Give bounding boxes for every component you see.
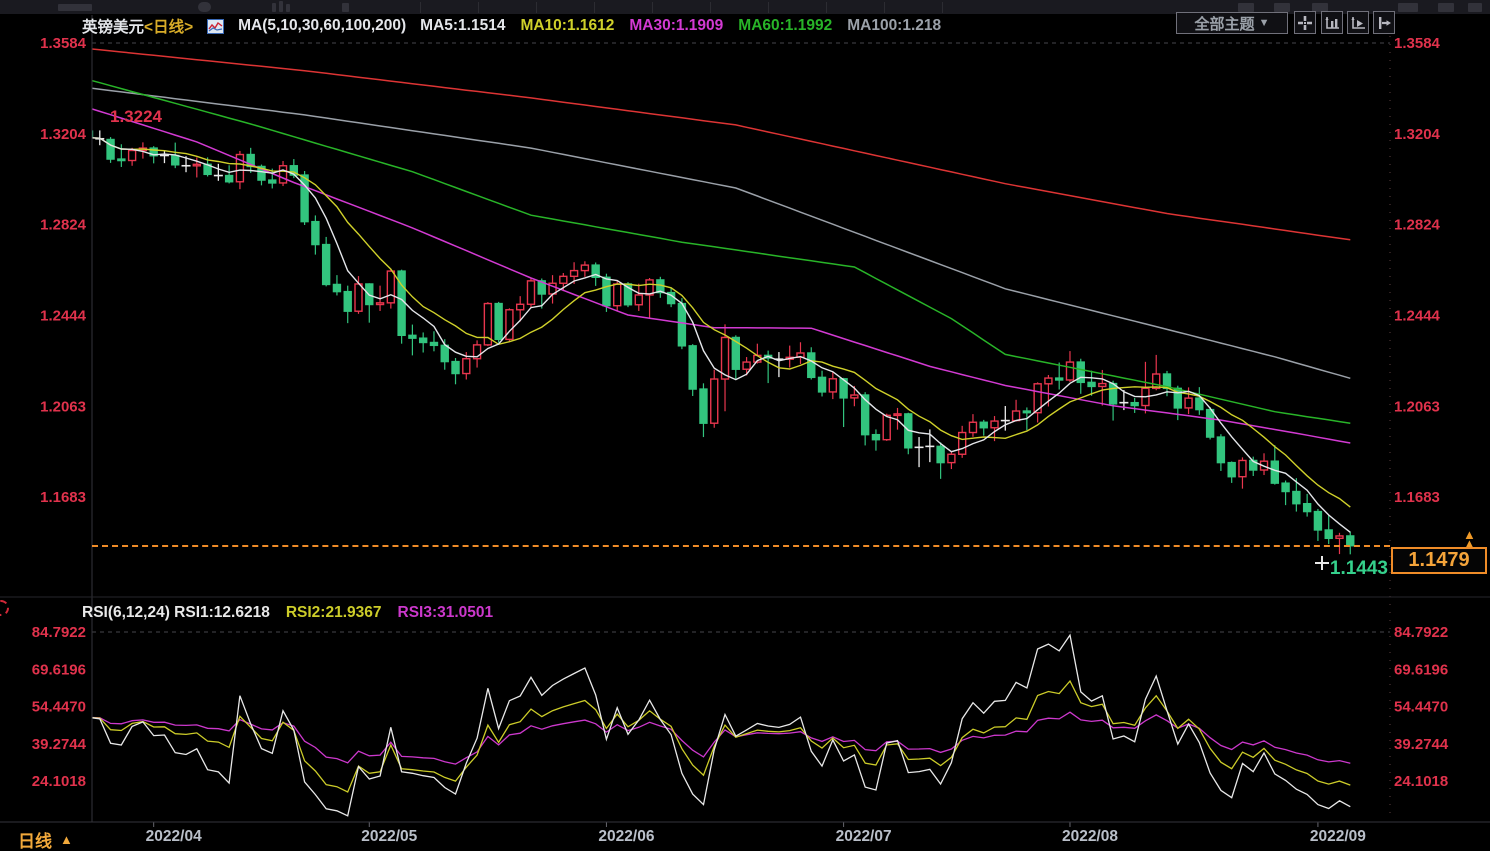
- axis-labels-layer: 1.3584 1.3584 1.3204 1.3204 1.2824 1.2824 1.24…: [32, 35, 1449, 845]
- svg-text:39.2744: 39.2744: [1394, 736, 1449, 753]
- svg-text:2022/04: 2022/04: [146, 828, 202, 845]
- rsi-lines-layer: [89, 635, 1350, 816]
- ma-lines-layer: [89, 49, 1350, 533]
- rsi-legend: RSI(6,12,24) RSI1:12.6218 RSI2:21.9367 R…: [82, 603, 493, 623]
- ma-legend-item: MA30:1.1909: [629, 17, 723, 35]
- auto-scale-button[interactable]: [1347, 11, 1369, 34]
- svg-text:2022/08: 2022/08: [1062, 828, 1118, 845]
- crosshair-icon: [1297, 15, 1313, 31]
- svg-text:1.2444: 1.2444: [1394, 307, 1441, 324]
- candles-layer: [86, 129, 1354, 554]
- symbol-period: <日线>: [144, 19, 193, 36]
- svg-text:1.3584: 1.3584: [40, 35, 87, 52]
- go-to-latest-button[interactable]: [1373, 11, 1395, 34]
- svg-text:2022/05: 2022/05: [361, 828, 417, 845]
- rsi3-label: RSI3:31.0501: [398, 604, 494, 622]
- svg-text:24.1018: 24.1018: [32, 773, 86, 790]
- ma-legend-item: MA60:1.1992: [738, 17, 832, 35]
- svg-text:69.6196: 69.6196: [32, 661, 86, 678]
- svg-text:1.2444: 1.2444: [40, 307, 87, 324]
- svg-text:2022/07: 2022/07: [836, 828, 892, 845]
- svg-text:24.1018: 24.1018: [1394, 773, 1448, 790]
- axis-scale-up-icon: [1324, 15, 1340, 31]
- ma-legend-item: MA5:1.1514: [420, 17, 505, 35]
- current-price-badge: 1.1479: [1391, 547, 1487, 574]
- period-label: 日线: [18, 827, 52, 851]
- svg-text:2022/06: 2022/06: [598, 828, 654, 845]
- period-switcher[interactable]: 日线 ▲: [18, 827, 73, 851]
- svg-text:39.2744: 39.2744: [32, 736, 87, 753]
- crosshair-tool-button[interactable]: [1294, 11, 1316, 34]
- svg-text:1.1683: 1.1683: [40, 489, 86, 506]
- svg-text:84.7922: 84.7922: [32, 624, 86, 641]
- symbol-name: 英镑美元: [82, 19, 144, 36]
- svg-text:54.4470: 54.4470: [1394, 699, 1448, 716]
- current-price-line: [92, 545, 1390, 547]
- svg-text:84.7922: 84.7922: [1394, 624, 1448, 641]
- trading-app-screen: 1.3584 1.3584 1.3204 1.3204 1.2824 1.2824 1.24…: [0, 0, 1490, 851]
- ma-legend-item: MA10:1.1612: [520, 17, 614, 35]
- svg-text:1.2824: 1.2824: [1394, 217, 1441, 234]
- svg-text:1.1683: 1.1683: [1394, 489, 1440, 506]
- ma-group-label: MA(5,10,30,60,100,200): [238, 17, 406, 35]
- doji-cross-marker: [1315, 556, 1329, 570]
- range-high-label: 1.3224: [110, 107, 162, 127]
- chart-type-icon[interactable]: [207, 19, 224, 34]
- svg-text:1.2063: 1.2063: [40, 398, 86, 415]
- gridlines-layer: [92, 36, 1390, 820]
- svg-text:54.4470: 54.4470: [32, 699, 86, 716]
- arrow-to-right-icon: [1376, 15, 1392, 31]
- chevron-down-icon: ▼: [1259, 17, 1270, 29]
- axes-frame: [0, 15, 1490, 822]
- y-axis-scale-button[interactable]: [1321, 11, 1343, 34]
- session-low-label: 1.1443: [1290, 558, 1388, 580]
- chart-legend: 英镑美元<日线> MA(5,10,30,60,100,200) MA5:1.15…: [82, 15, 941, 37]
- rsi-main-label: RSI(6,12,24) RSI1:12.6218: [82, 604, 270, 622]
- svg-text:1.2824: 1.2824: [40, 217, 87, 234]
- axis-play-icon: [1350, 15, 1366, 31]
- theme-selector-button[interactable]: 全部主题 ▼: [1176, 12, 1288, 34]
- triangle-up-icon: ▲: [60, 832, 73, 847]
- svg-text:1.3584: 1.3584: [1394, 35, 1441, 52]
- symbol-title: 英镑美元<日线>: [82, 15, 193, 37]
- rsi2-label: RSI2:21.9367: [286, 604, 382, 622]
- svg-text:1.3204: 1.3204: [40, 126, 87, 143]
- ma-legend-item: MA100:1.218: [847, 17, 941, 35]
- svg-text:1.2063: 1.2063: [1394, 398, 1440, 415]
- svg-text:2022/09: 2022/09: [1310, 828, 1366, 845]
- svg-text:69.6196: 69.6196: [1394, 661, 1448, 678]
- svg-text:1.3204: 1.3204: [1394, 126, 1441, 143]
- theme-selector-label: 全部主题: [1195, 13, 1255, 34]
- ma-values-legend: MA5:1.1514 MA10:1.1612 MA30:1.1909 MA60:1.1…: [420, 17, 941, 35]
- price-rsi-chart[interactable]: 1.3584 1.3584 1.3204 1.3204 1.2824 1.2824 1.24…: [0, 0, 1490, 851]
